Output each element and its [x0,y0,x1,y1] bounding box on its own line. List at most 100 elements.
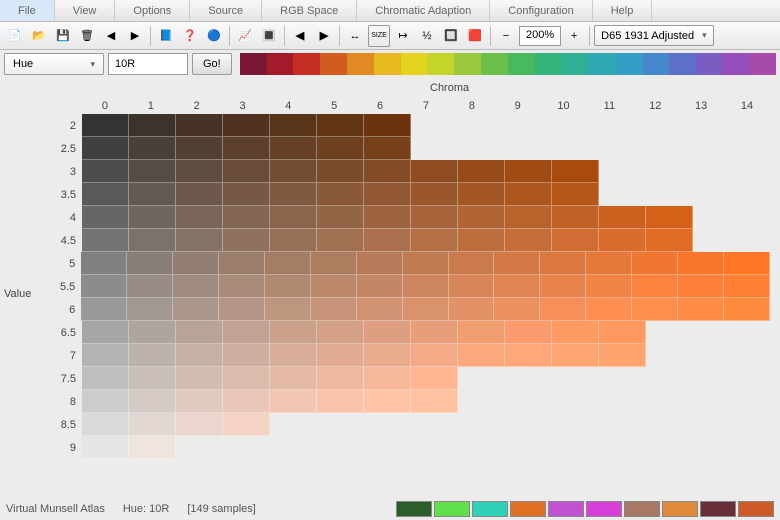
color-swatch[interactable] [176,229,223,252]
color-swatch[interactable] [364,183,411,206]
color-swatch[interactable] [449,275,495,298]
color-swatch[interactable] [82,206,129,229]
half-icon[interactable]: ½ [416,25,438,47]
color-swatch[interactable] [357,298,403,321]
color-swatch[interactable] [411,390,458,413]
color-swatch[interactable] [678,275,724,298]
new-icon[interactable]: 📄 [4,25,26,47]
color-swatch[interactable] [552,206,599,229]
book-icon[interactable]: 📘 [155,25,177,47]
color-swatch[interactable] [678,252,724,275]
color-swatch[interactable] [646,206,693,229]
hue-strip-swatch[interactable] [722,53,749,75]
hue-strip-swatch[interactable] [696,53,723,75]
color-swatch[interactable] [505,206,552,229]
import-left-icon[interactable]: ◀ [100,25,122,47]
color-swatch[interactable] [449,252,495,275]
menu-view[interactable]: View [55,0,116,21]
menu-chromatic-adaption[interactable]: Chromatic Adaption [357,0,490,21]
axis-mode-select[interactable]: Hue [4,53,104,75]
color-swatch[interactable] [552,160,599,183]
hue-strip-swatch[interactable] [374,53,401,75]
next-icon[interactable]: ▶ [313,25,335,47]
color-swatch[interactable] [458,229,505,252]
profile-select[interactable]: D65 1931 Adjusted [594,25,714,46]
color-swatch[interactable] [317,183,364,206]
color-swatch[interactable] [411,367,458,390]
color-swatch[interactable] [176,390,223,413]
color-swatch[interactable] [449,298,495,321]
color-swatch[interactable] [82,137,129,160]
color-swatch[interactable] [81,252,127,275]
prev-icon[interactable]: ◀ [289,25,311,47]
hue-strip-swatch[interactable] [535,53,562,75]
color-swatch[interactable] [540,275,586,298]
color-swatch[interactable] [678,298,724,321]
color-swatch[interactable] [458,321,505,344]
color-wheel-icon[interactable]: 🔵 [203,25,225,47]
status-swatch[interactable] [700,501,736,517]
status-swatch[interactable] [510,501,546,517]
status-swatch[interactable] [738,501,774,517]
color-swatch[interactable] [176,206,223,229]
color-swatch[interactable] [223,321,270,344]
color-swatch[interactable] [129,229,176,252]
color-swatch[interactable] [411,160,458,183]
hue-strip-swatch[interactable] [588,53,615,75]
hue-strip-swatch[interactable] [320,53,347,75]
color-swatch[interactable] [176,367,223,390]
color-swatch[interactable] [364,160,411,183]
color-swatch[interactable] [494,298,540,321]
color-swatch[interactable] [540,252,586,275]
color-swatch[interactable] [176,183,223,206]
zoom-level[interactable]: 200% [519,26,561,46]
color-swatch[interactable] [173,298,219,321]
color-swatch[interactable] [265,252,311,275]
zoom-out-icon[interactable]: − [495,25,517,47]
color-swatch[interactable] [458,344,505,367]
hue-strip-swatch[interactable] [749,53,776,75]
hue-strip-swatch[interactable] [669,53,696,75]
color-swatch[interactable] [357,252,403,275]
color-swatch[interactable] [357,275,403,298]
status-swatch[interactable] [472,501,508,517]
color-swatch[interactable] [82,344,129,367]
color-swatch[interactable] [364,114,411,137]
color-swatch[interactable] [270,367,317,390]
color-swatch[interactable] [176,321,223,344]
color-swatch[interactable] [129,206,176,229]
color-swatch[interactable] [223,413,270,436]
color-swatch[interactable] [82,114,129,137]
color-swatch[interactable] [724,275,770,298]
color-swatch[interactable] [270,160,317,183]
bars-icon[interactable]: 🔳 [258,25,280,47]
color-swatch[interactable] [176,160,223,183]
color-swatch[interactable] [270,183,317,206]
color-swatch[interactable] [494,275,540,298]
color-swatch[interactable] [176,413,223,436]
color-swatch[interactable] [632,298,678,321]
color-swatch[interactable] [403,252,449,275]
color-swatch[interactable] [82,367,129,390]
color-swatch[interactable] [317,206,364,229]
hue-strip-swatch[interactable] [481,53,508,75]
color-swatch[interactable] [129,413,176,436]
graph-icon[interactable]: 📈 [234,25,256,47]
color-swatch[interactable] [270,137,317,160]
color-swatch[interactable] [403,275,449,298]
color-swatch[interactable] [176,137,223,160]
color-swatch[interactable] [81,275,127,298]
color-swatch[interactable] [173,252,219,275]
status-swatch[interactable] [586,501,622,517]
color-swatch[interactable] [129,160,176,183]
color-swatch[interactable] [552,229,599,252]
color-swatch[interactable] [219,252,265,275]
color-swatch[interactable] [223,137,270,160]
hue-strip-swatch[interactable] [293,53,320,75]
color-swatch[interactable] [129,344,176,367]
color-swatch[interactable] [599,229,646,252]
color-swatch[interactable] [223,183,270,206]
color-swatch[interactable] [724,298,770,321]
color-swatch[interactable] [223,114,270,137]
color-swatch[interactable] [176,344,223,367]
